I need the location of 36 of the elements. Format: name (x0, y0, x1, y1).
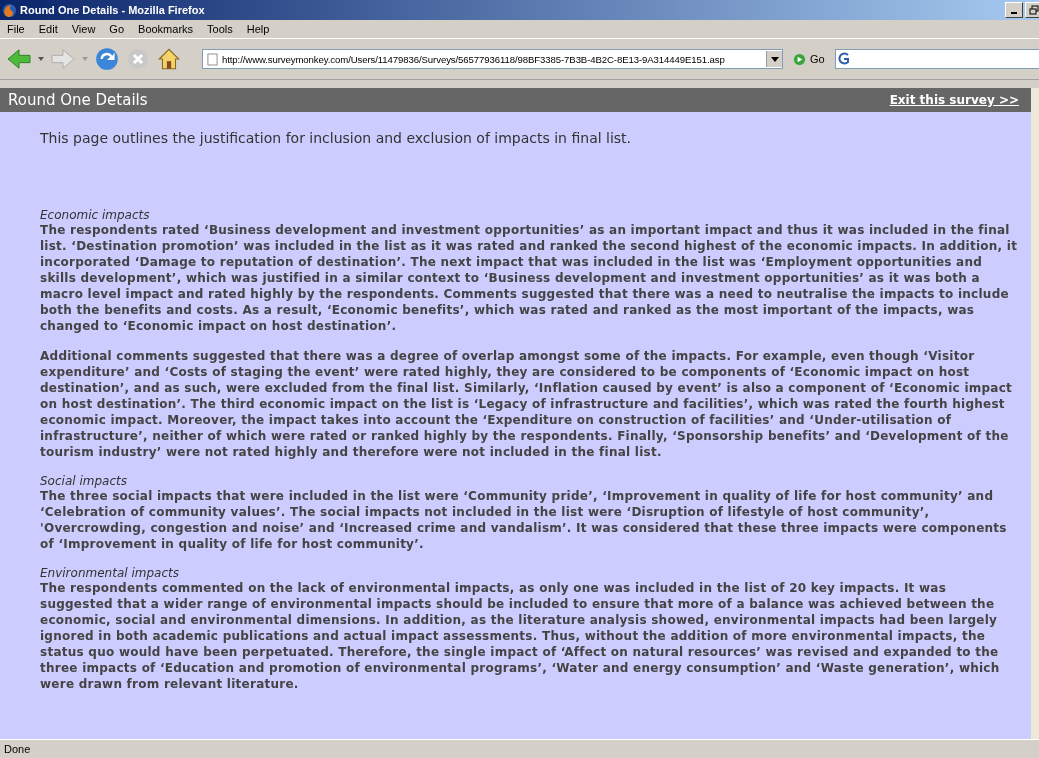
go-button[interactable]: Go (789, 52, 829, 66)
search-field[interactable] (834, 49, 1039, 69)
home-icon[interactable] (156, 46, 182, 72)
menu-item[interactable]: View (64, 23, 103, 35)
intro-text: This page outlines the justification for inclusion and exclusion of impacts in final list. (40, 130, 633, 146)
paragraph: Additional comments suggested that there was a degree of overlap amongst some of the impacts. For example, even though ‘Visitor expenditure’ and ‘Costs of staging the event’ were rated highly, they are considered to be components of ‘Economic impact on host destination’, and as such, were excluded from the final list. Similarly, ‘Inflation caused by event’ is also a component of ‘Economic impact on host destination’. The third economic impact on the list is ‘Legacy of infrastructure and facilities’, which was rated the fourth highest economic impact. Moreover, the impact takes into account the ‘Expenditure on construction of facilities’ and ‘Under-utilisation of infrastructure’, neither of which were rated or ranked highly by the respondents. Finally, ‘Sponsorship benefits’ and ‘Development of the tourism industry’ were not rated highly and therefore were not included in the final list. (40, 348, 1014, 460)
page-icon (207, 52, 218, 66)
dropdown-button[interactable] (766, 51, 782, 67)
menu-item[interactable]: Tools (200, 23, 240, 35)
menu-item[interactable]: File (0, 23, 32, 35)
reload-icon[interactable] (94, 46, 120, 72)
status-text: Done (4, 743, 31, 755)
minimize-icon (1011, 12, 1017, 14)
menu-item[interactable]: Bookmarks (131, 23, 201, 35)
menu-item[interactable]: Edit (31, 23, 65, 35)
window-title: Round One Details - Mozilla Firefox (20, 4, 206, 16)
section-heading: Economic impacts (40, 208, 151, 222)
address-field[interactable]: http://www.surveymonkey.com/Users/11479836/Surveys/56577936118/98BF3385-7B3B-4B2C-8E13-9A314449E151.asp (202, 49, 783, 69)
section-heading: Social impacts (40, 474, 128, 488)
play-icon (793, 52, 806, 66)
section-heading: Environmental impacts (40, 566, 180, 580)
dropdown-icon[interactable] (38, 57, 44, 61)
caret-icon (770, 56, 779, 62)
paragraph: The three social impacts that were included in the list were ‘Community pride’, ‘Improvement in quality of life for host community’ and ‘Celebration of community values’. The social impacts not included in the list were ‘Disruption of lifestyle of host community’, 'Overcrowding, congestion and noise’ and ‘Increased crime and vandalism’. It was considered that these three impacts were components of ‘Improvement in quality of life for host community’. (40, 488, 1008, 552)
search-engine-icon (835, 51, 852, 67)
restore-button[interactable] (1025, 2, 1039, 18)
exit-link[interactable]: Exit this survey >> (889, 93, 1019, 107)
paragraph: The respondents commented on the lack of environmental impacts, as only one was included in the list of 20 key impacts. It was suggested that a wider range of environmental impacts should be included to ensure that more of a balance was achieved between the economic, social and environmental dimensions. In addition, as the literature analysis showed, environmental impacts had been largely ignored in both academic publications and actual impact assessments. Thus, without the addition of more environmental impacts, the status quo would have been perpetuated. Therefore, the single impact of ‘Affect on natural resources’ was revised and expanded to the three impacts of ‘Education and promotion of environmental programs’, ‘Water and energy consumption’ and ‘Waste generation’, which were drawn from relevant literature. (40, 580, 1001, 692)
menu-item[interactable]: Help (239, 23, 277, 35)
globe-icon (2, 2, 17, 18)
paragraph: The respondents rated ‘Business development and investment opportunities’ as an important impact and thus it was included in the final list. ‘Destination promotion’ was included in the list as it was rated and ranked the second highest of the economic impacts. In addition, it incorporated ‘Damage to reputation of destination’. The next impact that was included in the list was ‘Employment opportunities and skills development’, which was justified in a similar context to ‘Business development and investment opportunities’ as it was both a macro level impact and rated highly by the respondents. Comments suggested that there was a need to neutralise the impacts to include both the benefits and costs. As a result, ‘Economic benefits’, which was rated and ranked as the most important of the impacts, was changed to ‘Economic impact on host destination’. (40, 222, 1019, 334)
back-arrow-icon[interactable] (6, 48, 32, 70)
page-title: Round One Details (8, 91, 148, 109)
menu-item[interactable]: Go (102, 23, 132, 35)
restore-icon (1029, 5, 1039, 15)
minimize-button[interactable] (1005, 2, 1023, 18)
